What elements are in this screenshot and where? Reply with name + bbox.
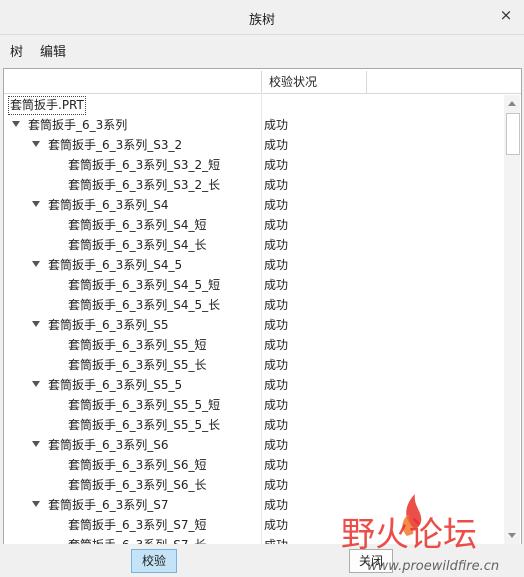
tree-row-root[interactable]: 套筒扳手.PRT [4,95,502,115]
verify-status: 成功 [264,498,289,512]
triangle-down-icon[interactable] [32,381,40,387]
triangle-down-icon[interactable] [32,501,40,507]
tree-row[interactable]: 套筒扳手_6_3系列_S4_5_长 成功 [4,295,502,315]
tree-item-label[interactable]: 套筒扳手_6_3系列_S5_5_短 [68,395,220,415]
tree-row[interactable]: 套筒扳手_6_3系列_S4_长 成功 [4,235,502,255]
scrollbar-thumb[interactable] [506,113,520,155]
tree-item-label[interactable]: 套筒扳手_6_3系列_S3_2_短 [68,155,220,175]
verify-status: 成功 [264,158,289,172]
tree-item-label[interactable]: 套筒扳手_6_3系列_S5 [48,315,169,335]
tree-row[interactable]: 套筒扳手_6_3系列_S5 成功 [4,315,502,335]
tree-item-label[interactable]: 套筒扳手_6_3系列_S5_短 [68,335,207,355]
triangle-down-icon[interactable] [32,201,40,207]
tree-row[interactable]: 套筒扳手_6_3系列_S6_短 成功 [4,455,502,475]
verify-status: 成功 [264,238,289,252]
tree-item-label[interactable]: 套筒扳手_6_3系列_S4_5_短 [68,275,220,295]
verify-button[interactable]: 校验 [131,549,177,573]
verify-status: 成功 [264,518,289,532]
family-tree-panel[interactable]: 校验状况 套筒扳手.PRT 套筒扳手_6_3系列 成功 套筒扳手_6_3系列_S3_… [3,68,522,545]
verify-status: 成功 [264,198,289,212]
tree-row[interactable]: 套筒扳手_6_3系列_S3_2_短 成功 [4,155,502,175]
verify-status: 成功 [264,178,289,192]
scroll-up-icon[interactable] [508,101,516,106]
verify-status: 成功 [264,378,289,392]
column-header-status[interactable]: 校验状况 [269,69,317,93]
tree-item-label[interactable]: 套筒扳手_6_3系列_S4 [48,195,169,215]
tree-item-label[interactable]: 套筒扳手_6_3系列_S6 [48,435,169,455]
watermark-text: 野火论坛 [341,515,477,555]
verify-status: 成功 [264,338,289,352]
column-header: 校验状况 [4,69,521,94]
watermark-logo: 野火论坛 www.proewildfire.cn [341,494,499,574]
menu-tree[interactable]: 树 [10,41,23,60]
triangle-down-icon[interactable] [12,121,20,127]
triangle-down-icon[interactable] [32,261,40,267]
column-separator[interactable] [366,71,367,93]
triangle-down-icon[interactable] [32,141,40,147]
verify-status: 成功 [264,458,289,472]
menu-bar: 树 编辑 [0,35,524,63]
tree-row[interactable]: 套筒扳手_6_3系列_S5_长 成功 [4,355,502,375]
column-separator[interactable] [261,71,262,93]
verify-status: 成功 [264,258,289,272]
verify-status: 成功 [264,118,289,132]
tree-item-label[interactable]: 套筒扳手_6_3系列_S7 [48,495,169,515]
tree-row[interactable]: 套筒扳手_6_3系列_S4_5 成功 [4,255,502,275]
tree-item-label[interactable]: 套筒扳手_6_3系列_S5_长 [68,355,207,375]
tree-item-label[interactable]: 套筒扳手_6_3系列_S4_5 [48,255,182,275]
tree-root-label[interactable]: 套筒扳手.PRT [8,96,86,115]
tree-item-label[interactable]: 套筒扳手_6_3系列_S5_5 [48,375,182,395]
verify-status: 成功 [264,218,289,232]
tree-item-label[interactable]: 套筒扳手_6_3系列 [28,115,127,135]
tree-item-label[interactable]: 套筒扳手_6_3系列_S7_短 [68,515,207,535]
tree-item-label[interactable]: 套筒扳手_6_3系列_S4_5_长 [68,295,220,315]
verify-status: 成功 [264,278,289,292]
tree-row[interactable]: 套筒扳手_6_3系列_S5_短 成功 [4,335,502,355]
verify-status: 成功 [264,478,289,492]
tree-item-label[interactable]: 套筒扳手_6_3系列_S3_2_长 [68,175,220,195]
tree-item-label[interactable]: 套筒扳手_6_3系列_S4_长 [68,235,207,255]
verify-status: 成功 [264,398,289,412]
tree-row[interactable]: 套筒扳手_6_3系列_S4_5_短 成功 [4,275,502,295]
verify-status: 成功 [264,358,289,372]
tree-rows: 套筒扳手.PRT 套筒扳手_6_3系列 成功 套筒扳手_6_3系列_S3_2 成功 套筒… [4,95,502,544]
tree-row[interactable]: 套筒扳手_6_3系列_S3_2_长 成功 [4,175,502,195]
verify-status: 成功 [264,438,289,452]
menu-edit[interactable]: 编辑 [40,41,66,60]
tree-item-label[interactable]: 套筒扳手_6_3系列_S6_长 [68,475,207,495]
verify-status: 成功 [264,318,289,332]
watermark-url: www.proewildfire.cn [367,559,499,574]
verify-status: 成功 [264,298,289,312]
tree-item-label[interactable]: 套筒扳手_6_3系列_S6_短 [68,455,207,475]
window-title: 族树 [248,13,275,28]
verify-status: 成功 [264,418,289,432]
tree-row[interactable]: 套筒扳手_6_3系列_S6 成功 [4,435,502,455]
triangle-down-icon[interactable] [32,321,40,327]
vertical-scrollbar[interactable] [504,95,520,544]
tree-row[interactable]: 套筒扳手_6_3系列_S4_短 成功 [4,215,502,235]
tree-row[interactable]: 套筒扳手_6_3系列_S5_5 成功 [4,375,502,395]
tree-row[interactable]: 套筒扳手_6_3系列_S5_5_长 成功 [4,415,502,435]
tree-row[interactable]: 套筒扳手_6_3系列 成功 [4,115,502,135]
title-bar: 族树 × [0,0,524,35]
verify-status: 成功 [264,138,289,152]
tree-row[interactable]: 套筒扳手_6_3系列_S3_2 成功 [4,135,502,155]
tree-item-label[interactable]: 套筒扳手_6_3系列_S3_2 [48,135,182,155]
tree-item-label[interactable]: 套筒扳手_6_3系列_S5_5_长 [68,415,220,435]
close-icon[interactable]: × [498,7,514,23]
tree-item-label[interactable]: 套筒扳手_6_3系列_S4_短 [68,215,207,235]
tree-row[interactable]: 套筒扳手_6_3系列_S5_5_短 成功 [4,395,502,415]
tree-row[interactable]: 套筒扳手_6_3系列_S4 成功 [4,195,502,215]
triangle-down-icon[interactable] [32,441,40,447]
